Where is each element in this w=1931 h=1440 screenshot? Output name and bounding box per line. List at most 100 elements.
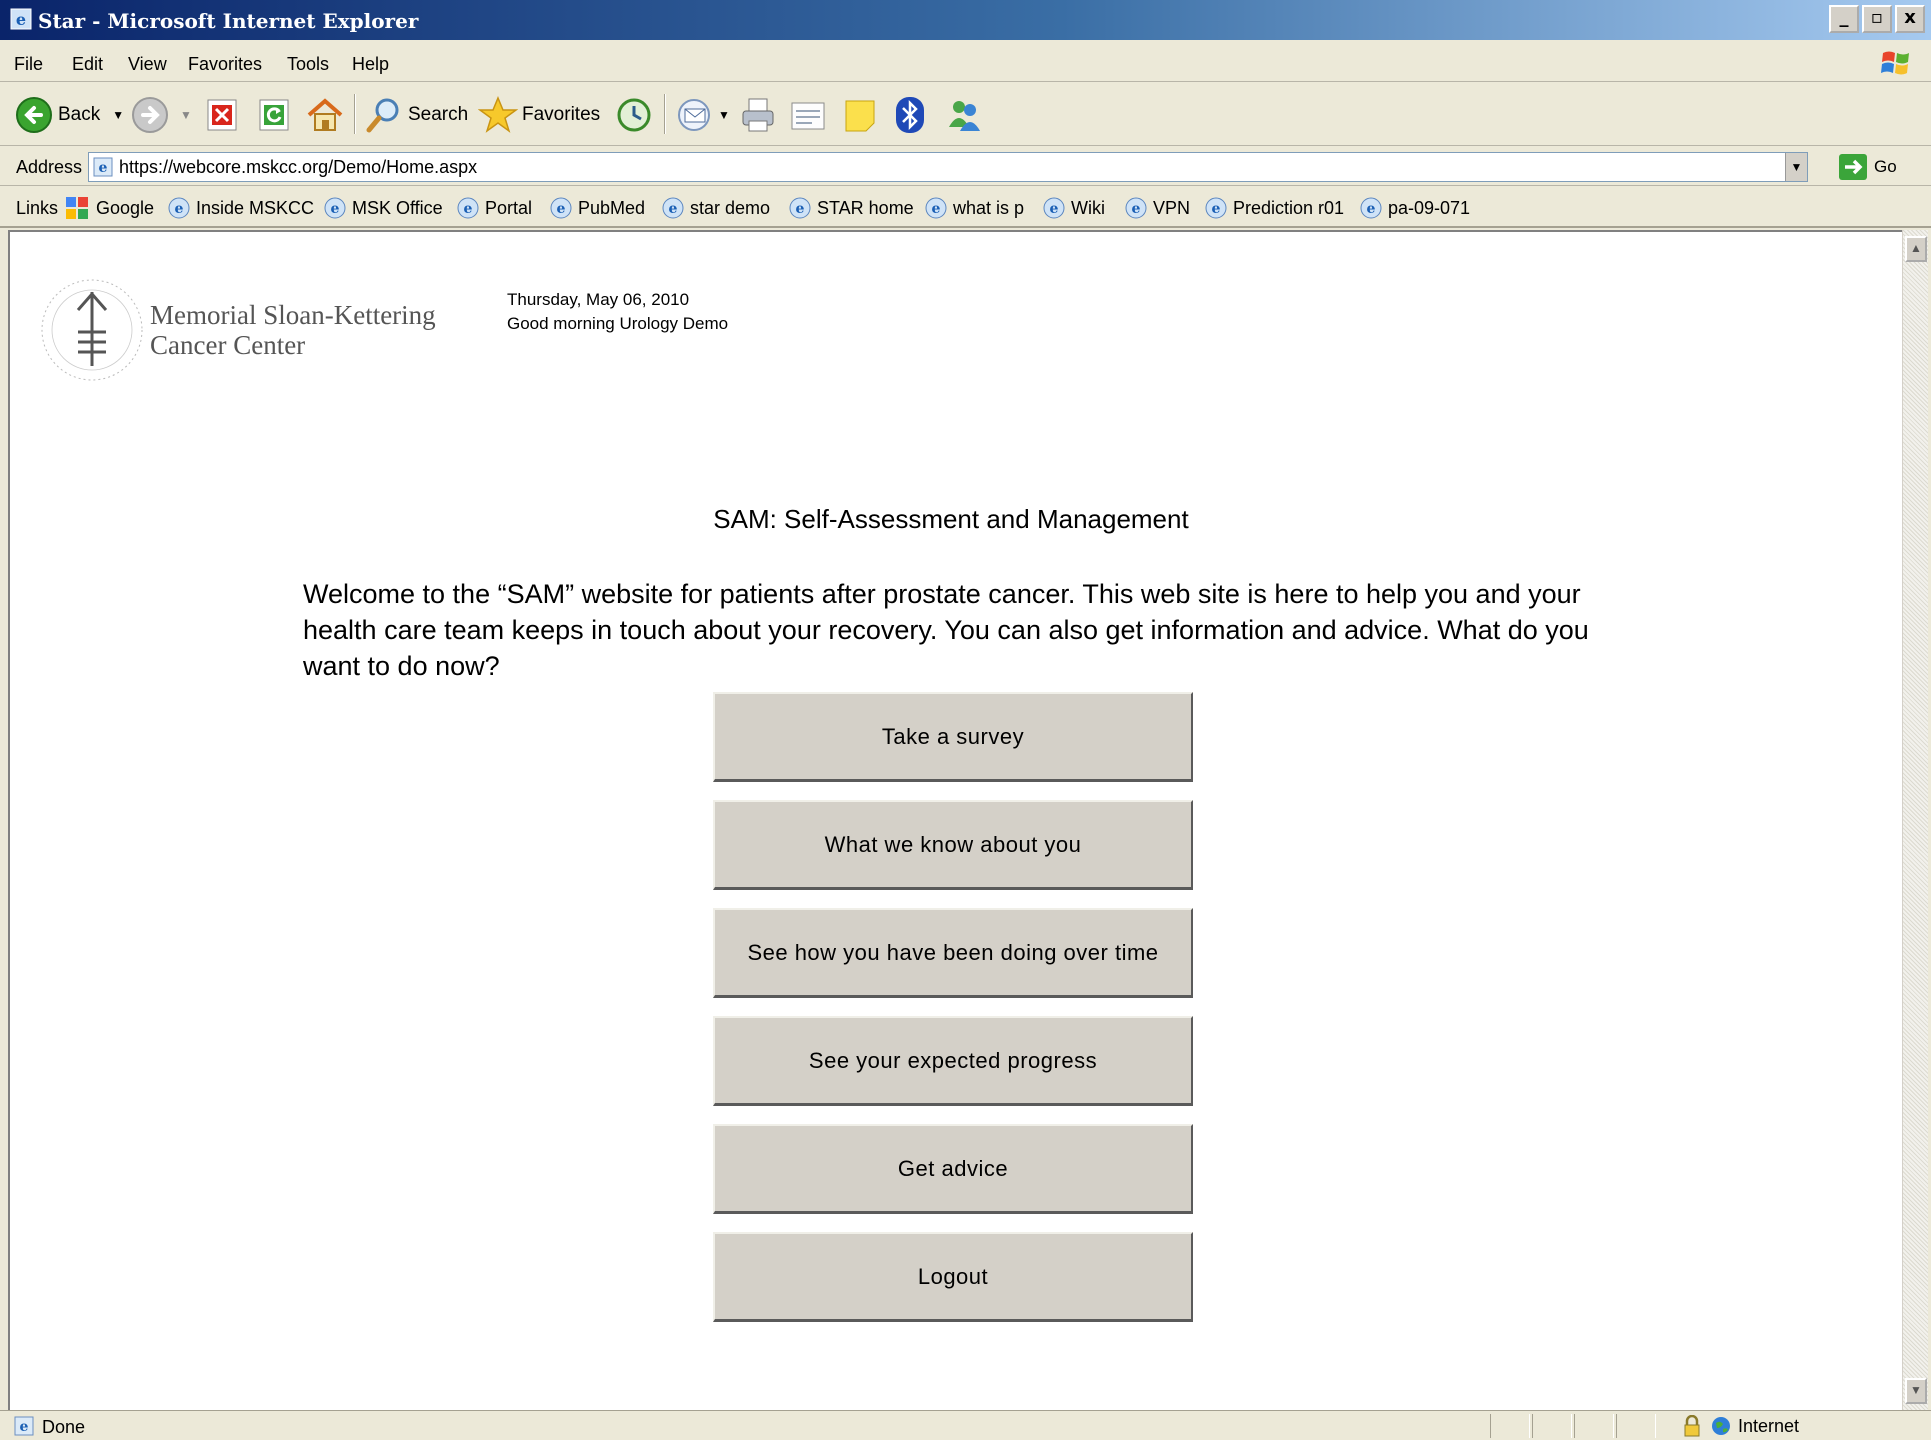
menu-tools[interactable]: Tools bbox=[287, 54, 329, 75]
link-wiki[interactable]: e Wiki bbox=[1043, 194, 1105, 222]
menu-favorites[interactable]: Favorites bbox=[188, 54, 262, 75]
notes-button[interactable] bbox=[840, 94, 880, 136]
link-prediction-r01[interactable]: e Prediction r01 bbox=[1205, 194, 1344, 222]
menu-file[interactable]: File bbox=[14, 54, 43, 75]
link-star-demo[interactable]: e star demo bbox=[662, 194, 770, 222]
title-bar: e Star - Microsoft Internet Explorer _ ▫… bbox=[0, 0, 1931, 40]
ie-page-icon: e bbox=[1043, 197, 1065, 219]
search-button[interactable]: Search bbox=[364, 94, 468, 136]
svg-text:e: e bbox=[16, 10, 26, 29]
logout-button[interactable]: Logout bbox=[713, 1232, 1193, 1322]
minimize-button[interactable]: _ bbox=[1829, 5, 1859, 33]
ie-page-icon: e bbox=[1360, 197, 1382, 219]
link-what-is-p[interactable]: e what is p bbox=[925, 194, 1024, 222]
menu-edit[interactable]: Edit bbox=[72, 54, 103, 75]
forward-button[interactable]: ▼ bbox=[130, 94, 192, 136]
link-vpn[interactable]: e VPN bbox=[1125, 194, 1190, 222]
messenger-icon bbox=[949, 101, 980, 131]
standard-toolbar: Back ▼ ▼ Search Favorites ▼ bbox=[0, 84, 1931, 146]
link-google[interactable]: Google bbox=[64, 194, 154, 222]
link-msk-office[interactable]: e MSK Office bbox=[324, 194, 443, 222]
link-prediction-r01-label: Prediction r01 bbox=[1233, 197, 1345, 218]
refresh-icon bbox=[259, 99, 289, 131]
scroll-down-button[interactable]: ▼ bbox=[1905, 1378, 1927, 1404]
page-icon: e bbox=[93, 157, 113, 177]
link-vpn-label: VPN bbox=[1153, 197, 1191, 218]
status-bar: e Done Internet bbox=[0, 1410, 1931, 1440]
google-icon bbox=[66, 197, 88, 219]
svg-text:e: e bbox=[175, 201, 184, 217]
get-advice-button[interactable]: Get advice bbox=[713, 1124, 1193, 1214]
print-button[interactable] bbox=[738, 94, 778, 136]
what-we-know-button[interactable]: What we know about you bbox=[713, 800, 1193, 890]
home-icon bbox=[307, 98, 343, 131]
edit-page-icon bbox=[791, 102, 825, 130]
expected-progress-button[interactable]: See your expected progress bbox=[713, 1016, 1193, 1106]
link-inside-mskcc-label: Inside MSKCC bbox=[196, 197, 315, 218]
close-button[interactable]: x bbox=[1895, 5, 1925, 33]
progress-over-time-button[interactable]: See how you have been doing over time bbox=[713, 908, 1193, 998]
address-input[interactable]: e https://webcore.mskcc.org/Demo/Home.as… bbox=[88, 152, 1808, 182]
vertical-scrollbar[interactable]: ▲ ▼ bbox=[1902, 230, 1928, 1410]
go-button[interactable]: Go bbox=[1838, 153, 1897, 181]
welcome-text: Welcome to the “SAM” website for patient… bbox=[303, 579, 1589, 681]
ie-page-icon: e bbox=[789, 197, 811, 219]
window-title: Star - Microsoft Internet Explorer bbox=[38, 9, 419, 33]
svg-text:e: e bbox=[1212, 201, 1221, 217]
link-msk-office-label: MSK Office bbox=[352, 197, 443, 218]
back-button[interactable]: Back ▼ bbox=[14, 94, 124, 136]
mail-button[interactable]: ▼ bbox=[676, 94, 730, 136]
stop-button[interactable] bbox=[206, 94, 238, 136]
lock-icon bbox=[1684, 1415, 1700, 1437]
bluetooth-button[interactable] bbox=[894, 94, 926, 136]
address-bar: Address e https://webcore.mskcc.org/Demo… bbox=[0, 148, 1931, 186]
menu-view[interactable]: View bbox=[128, 54, 167, 75]
take-survey-button[interactable]: Take a survey bbox=[713, 692, 1193, 782]
page-title: SAM: Self-Assessment and Management bbox=[713, 504, 1189, 534]
link-wiki-label: Wiki bbox=[1071, 197, 1105, 218]
svg-text:e: e bbox=[20, 1419, 29, 1435]
address-dropdown-icon[interactable]: ▼ bbox=[1785, 153, 1807, 181]
history-icon bbox=[617, 98, 651, 132]
svg-text:e: e bbox=[464, 201, 473, 217]
forward-dropdown-icon[interactable]: ▼ bbox=[180, 108, 192, 122]
zone-label: Internet bbox=[1738, 1415, 1800, 1436]
svg-text:e: e bbox=[331, 201, 340, 217]
link-pubmed[interactable]: e PubMed bbox=[550, 194, 645, 222]
link-inside-mskcc[interactable]: e Inside MSKCC bbox=[168, 194, 314, 222]
history-button[interactable] bbox=[614, 94, 654, 136]
security-zone: Internet bbox=[1682, 1415, 1799, 1437]
link-portal[interactable]: e Portal bbox=[457, 194, 532, 222]
ie-page-icon: e bbox=[550, 197, 572, 219]
browser-window: e Star - Microsoft Internet Explorer _ ▫… bbox=[0, 0, 1931, 1440]
note-icon bbox=[845, 100, 875, 132]
svg-text:e: e bbox=[932, 201, 941, 217]
ie-icon: e bbox=[10, 8, 32, 30]
home-button[interactable] bbox=[305, 94, 345, 136]
messenger-button[interactable] bbox=[944, 94, 984, 136]
mail-dropdown-icon[interactable]: ▼ bbox=[718, 108, 730, 122]
link-what-is-p-label: what is p bbox=[953, 197, 1025, 218]
menu-help[interactable]: Help bbox=[352, 54, 389, 75]
current-date: Thursday, May 06, 2010 bbox=[507, 290, 690, 309]
link-star-demo-label: star demo bbox=[690, 197, 771, 218]
svg-text:e: e bbox=[796, 201, 805, 217]
back-dropdown-icon[interactable]: ▼ bbox=[112, 108, 124, 122]
link-star-home[interactable]: e STAR home bbox=[789, 194, 914, 222]
greeting-text: Good morning Urology Demo bbox=[507, 314, 729, 333]
maximize-button[interactable]: ▫ bbox=[1862, 5, 1892, 33]
edit-button[interactable] bbox=[788, 94, 828, 136]
mail-icon bbox=[678, 99, 710, 131]
link-pa-09-071[interactable]: e pa-09-071 bbox=[1360, 194, 1470, 222]
links-bar: Links Google e Inside MSKCC e MSK Office… bbox=[0, 188, 1931, 228]
logo-line-1: Memorial Sloan-Kettering bbox=[150, 300, 436, 330]
windows-logo-icon bbox=[1881, 51, 1909, 75]
scroll-up-button[interactable]: ▲ bbox=[1905, 236, 1927, 262]
link-portal-label: Portal bbox=[485, 197, 533, 218]
favorites-star-icon bbox=[478, 96, 518, 133]
ie-page-icon: e bbox=[662, 197, 684, 219]
logo-line-2: Cancer Center bbox=[150, 330, 306, 360]
favorites-button[interactable]: Favorites bbox=[478, 94, 600, 136]
back-label: Back bbox=[58, 104, 101, 125]
refresh-button[interactable] bbox=[258, 94, 290, 136]
